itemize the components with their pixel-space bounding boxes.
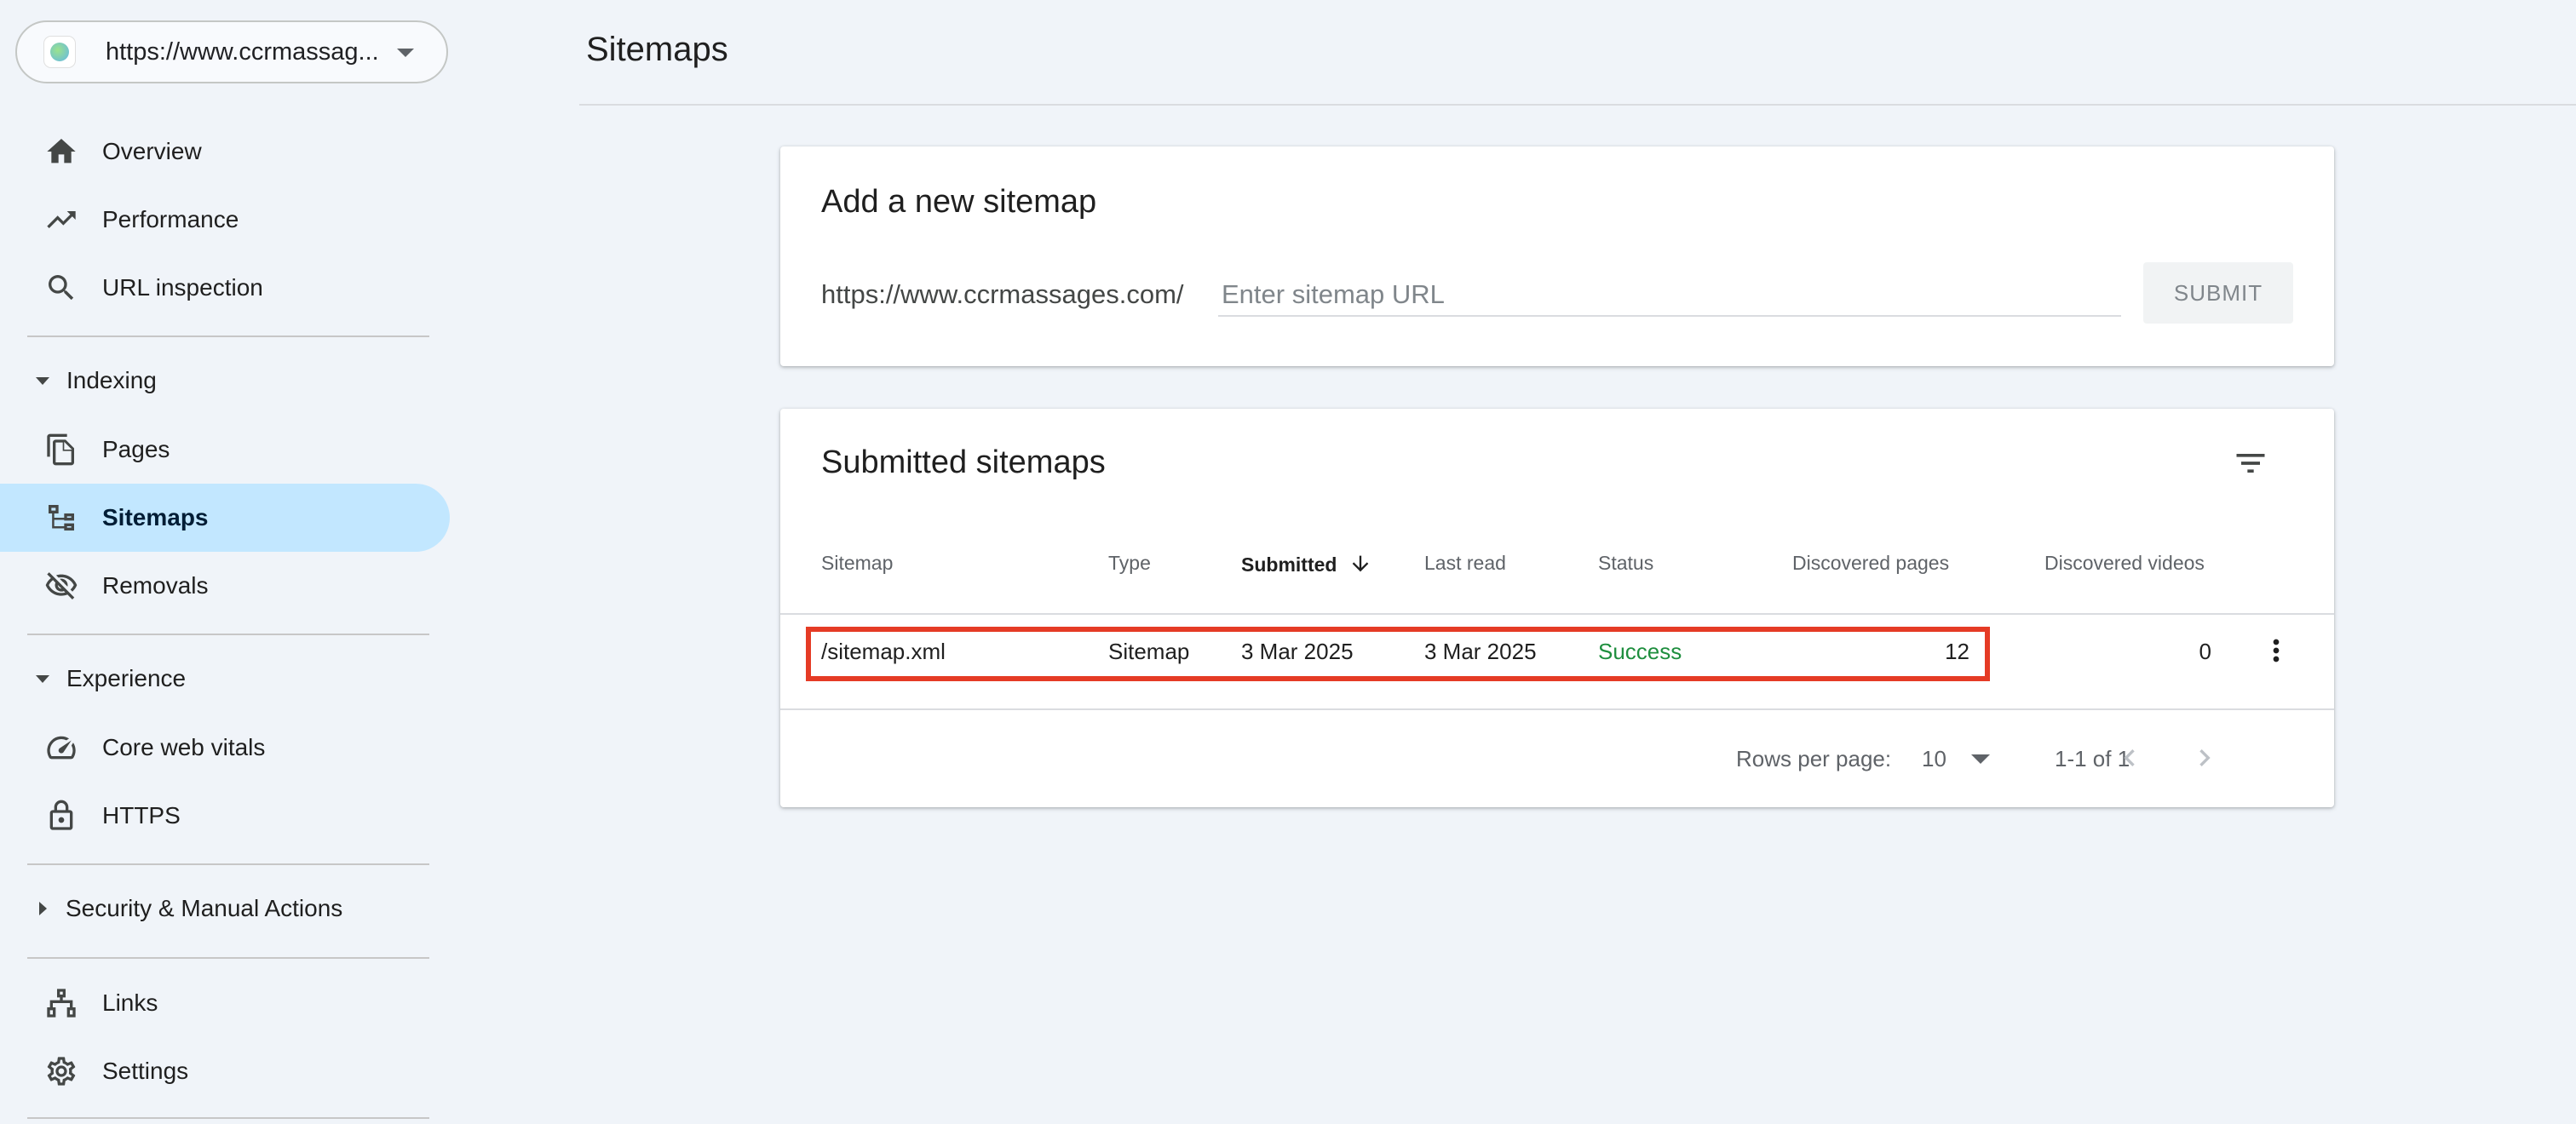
trending-up-icon — [43, 201, 80, 238]
sidebar-item-label: URL inspection — [102, 274, 263, 301]
section-label: Security & Manual Actions — [66, 895, 343, 921]
property-selector[interactable]: https://www.ccrmassag... — [15, 20, 448, 83]
previous-page-button[interactable] — [2107, 736, 2152, 780]
column-header-status[interactable]: Status — [1598, 552, 1653, 575]
sitemap-url-input[interactable] — [1218, 274, 2121, 317]
column-header-discovered-videos[interactable]: Discovered videos — [2044, 552, 2205, 575]
sidebar-item-label: Links — [102, 989, 158, 1016]
section-label: Experience — [66, 665, 187, 691]
sidebar-item-label: HTTPS — [102, 802, 181, 829]
section-label: Indexing — [66, 367, 157, 393]
sidebar-item-settings[interactable]: Settings — [0, 1037, 450, 1105]
expand-arrow-icon — [36, 376, 49, 385]
expand-arrow-icon — [36, 674, 49, 683]
sidebar-item-label: Removals — [102, 572, 209, 599]
sidebar-divider — [27, 335, 429, 337]
table-divider — [780, 708, 2334, 710]
column-header-last-read[interactable]: Last read — [1424, 552, 1506, 575]
header-divider — [579, 104, 2576, 106]
pages-icon — [43, 431, 80, 468]
sidebar-item-label: Pages — [102, 436, 170, 462]
sidebar-divider — [27, 634, 429, 635]
sidebar-divider — [27, 863, 429, 865]
sidebar-item-performance[interactable]: Performance — [0, 186, 450, 254]
sort-descending-icon — [1348, 552, 1372, 581]
sidebar-item-url-inspection[interactable]: URL inspection — [0, 254, 450, 322]
sidebar-item-label: Settings — [102, 1058, 189, 1084]
chevron-right-icon — [2199, 749, 2211, 766]
visibility-off-icon — [43, 567, 80, 605]
sidebar-item-links[interactable]: Links — [0, 969, 450, 1037]
column-header-type[interactable]: Type — [1108, 552, 1151, 575]
page-title: Sitemaps — [586, 31, 728, 68]
gear-icon — [43, 1052, 80, 1090]
sidebar-item-https[interactable]: HTTPS — [0, 782, 450, 850]
column-header-label: Submitted — [1241, 553, 1337, 576]
sidebar-divider — [27, 1117, 429, 1119]
home-icon — [43, 133, 80, 170]
sidebar-item-label: Sitemaps — [102, 504, 209, 530]
sidebar-item-label: Performance — [102, 206, 239, 232]
site-favicon-icon — [44, 37, 75, 67]
add-sitemap-title: Add a new sitemap — [821, 184, 1097, 220]
filter-icon[interactable] — [2228, 441, 2273, 485]
add-sitemap-card: Add a new sitemap https://www.ccrmassage… — [780, 146, 2334, 366]
search-icon — [43, 269, 80, 307]
row-highlight-box — [806, 627, 1990, 681]
sitemap-icon — [43, 499, 80, 536]
dropdown-caret-icon — [397, 49, 414, 57]
submitted-sitemaps-title: Submitted sitemaps — [821, 444, 1106, 480]
sidebar-item-label: Core web vitals — [102, 734, 266, 760]
speed-gauge-icon — [43, 729, 80, 766]
rows-per-page-select[interactable]: 10 — [1922, 746, 1946, 772]
sidebar: https://www.ccrmassag... Overview Perfor… — [0, 0, 460, 1124]
next-page-button[interactable] — [2182, 736, 2227, 780]
rows-per-page-label: Rows per page: — [1736, 746, 1892, 771]
sidebar-item-overview[interactable]: Overview — [0, 118, 450, 186]
links-icon — [43, 984, 80, 1022]
cell-discovered-videos: 0 — [2199, 639, 2211, 664]
column-header-submitted[interactable]: Submitted — [1241, 552, 1372, 581]
more-vert-icon[interactable] — [2257, 632, 2295, 669]
sidebar-item-core-web-vitals[interactable]: Core web vitals — [0, 714, 450, 782]
sidebar-item-removals[interactable]: Removals — [0, 552, 450, 620]
section-indexing[interactable]: Indexing — [0, 351, 450, 410]
sidebar-item-label: Overview — [102, 138, 202, 164]
expand-arrow-icon — [39, 902, 47, 915]
chevron-left-icon — [2124, 749, 2135, 766]
table-divider — [780, 613, 2334, 615]
column-header-discovered-pages[interactable]: Discovered pages — [1792, 552, 1949, 575]
sidebar-item-pages[interactable]: Pages — [0, 416, 450, 484]
section-security-manual-actions[interactable]: Security & Manual Actions — [0, 879, 450, 938]
lock-icon — [43, 797, 80, 834]
column-header-sitemap[interactable]: Sitemap — [821, 552, 893, 575]
rows-per-page-dropdown-icon[interactable] — [1971, 754, 1990, 764]
submitted-sitemaps-card: Submitted sitemaps Sitemap Type Submitte… — [780, 409, 2334, 807]
property-url: https://www.ccrmassag... — [106, 37, 379, 66]
section-experience[interactable]: Experience — [0, 649, 450, 708]
sitemap-url-prefix: https://www.ccrmassages.com/ — [821, 279, 1184, 309]
submit-button[interactable]: SUBMIT — [2143, 262, 2293, 324]
sidebar-divider — [27, 957, 429, 959]
sidebar-item-sitemaps[interactable]: Sitemaps — [0, 484, 450, 552]
